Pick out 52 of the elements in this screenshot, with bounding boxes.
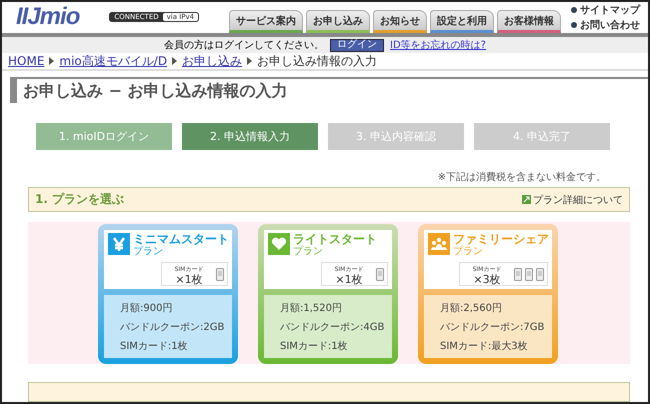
plan-name: ファミリーシェア: [453, 233, 549, 246]
section-title: 1. プランを選ぶ: [35, 191, 124, 208]
breadcrumb-link[interactable]: mio高速モバイル/D: [59, 52, 168, 70]
sim-card-icon: [514, 268, 522, 281]
sim-card-icon: [536, 268, 544, 281]
sim-card-icon: [216, 268, 224, 281]
heart-icon: [271, 237, 287, 252]
forgot-id-link[interactable]: ID等をお忘れの時は?: [390, 38, 486, 52]
breadcrumb-link[interactable]: HOME: [8, 54, 44, 68]
plan-name: ミニマムスタート: [133, 233, 229, 246]
caret-icon: [49, 57, 54, 66]
plan-name: ライトスタート: [293, 233, 377, 246]
caret-icon: [247, 57, 252, 66]
plan-detail: SIMカード:最大3枚: [440, 340, 529, 354]
people-icon: [430, 237, 448, 252]
plan-detail: 月額:1,520円: [280, 302, 343, 316]
plan-label: プラン: [453, 246, 484, 258]
breadcrumb-link[interactable]: お申し込み: [182, 52, 242, 70]
plan-detail: SIMカード:1枚: [120, 340, 189, 354]
header-link[interactable]: サイトマップ: [580, 2, 640, 17]
nav-tab[interactable]: サービス案内: [229, 10, 303, 33]
caret-icon: [172, 57, 178, 66]
header-link[interactable]: お問い合わせ: [580, 18, 640, 32]
breadcrumb-current: お申し込み情報の入力: [257, 52, 378, 70]
sim-count: ×1枚: [335, 274, 363, 286]
progress-step: 2. 申込情報入力: [182, 123, 318, 150]
sim-count: ×1枚: [175, 274, 203, 286]
nav-tab[interactable]: お知らせ: [373, 10, 427, 33]
nav-tab[interactable]: 設定と利用: [430, 10, 494, 33]
page-title: お申し込み − お申し込み情報の入力: [10, 77, 648, 104]
sim-card-icon: [376, 268, 384, 281]
logo[interactable]: IIJmio: [16, 3, 80, 32]
bullet-icon: [571, 6, 577, 13]
sim-card-icon: [525, 268, 533, 281]
progress-step: 1. mioIDログイン: [36, 123, 172, 150]
login-message: 会員の方はログインしてください。: [164, 38, 324, 52]
tax-note: ※下記は消費税を含まない料金です。: [436, 170, 606, 184]
bullet-icon: [571, 22, 577, 28]
nav-tab[interactable]: お客様情報: [497, 10, 561, 33]
plan-detail: バンドルクーポン:7GB: [440, 321, 546, 334]
plan-detail: 月額:2,560円: [440, 302, 503, 316]
plan-detail: SIMカード:1枚: [280, 340, 349, 354]
plan-details-link[interactable]: プラン詳細について: [522, 192, 623, 207]
login-button[interactable]: ログイン: [330, 38, 384, 52]
plan-detail: バンドルクーポン:4GB: [280, 321, 386, 334]
sim-count: ×3枚: [473, 274, 501, 286]
plan-detail: バンドルクーポン:2GB: [120, 321, 226, 334]
nav-tab[interactable]: お申し込み: [306, 10, 370, 33]
plan-detail: 月額:900円: [120, 302, 174, 316]
plan-label: プラン: [293, 246, 324, 258]
plan-label: プラン: [133, 246, 164, 258]
external-link-icon: [522, 195, 531, 204]
